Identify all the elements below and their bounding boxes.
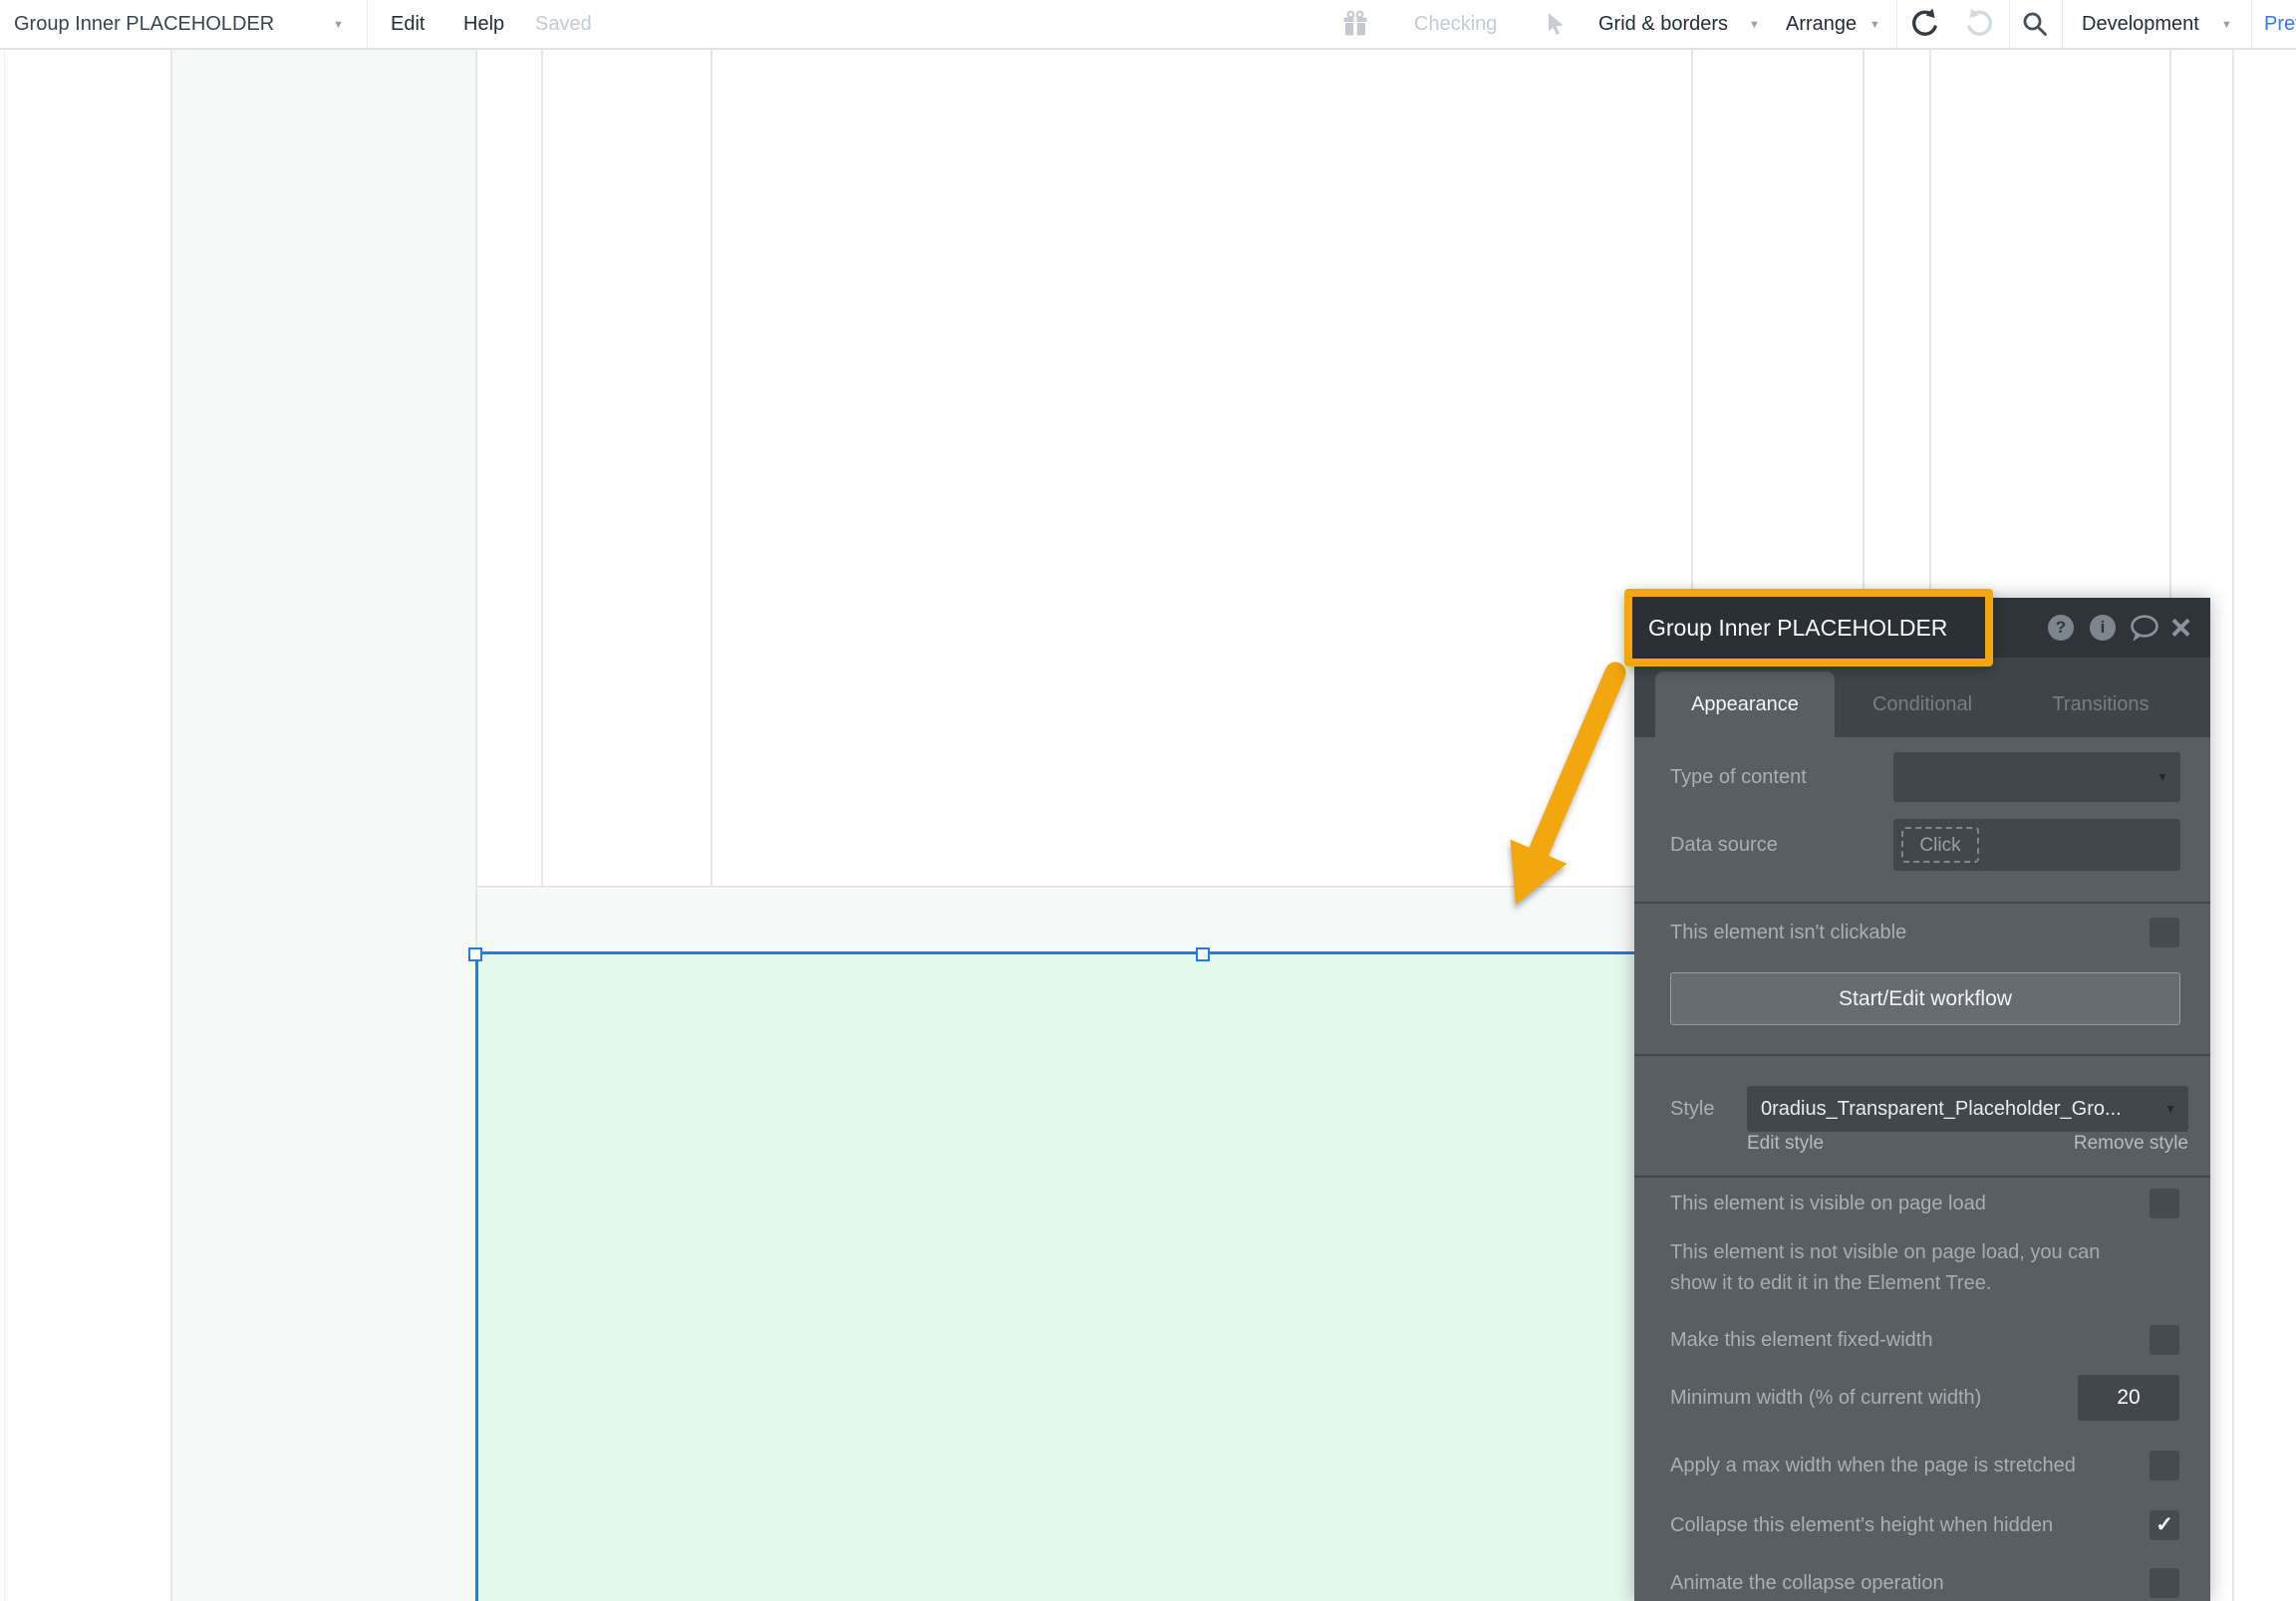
animate-collapse-checkbox[interactable]: [2150, 1568, 2179, 1598]
type-of-content-select[interactable]: ▼: [1893, 752, 2180, 802]
visibility-note: This element is not visible on page load…: [1670, 1237, 2100, 1299]
canvas-grid-line: [170, 48, 172, 1601]
fixed-width-checkbox[interactable]: [2150, 1325, 2179, 1355]
canvas-grid-line: [2232, 48, 2234, 1601]
style-label: Style: [1670, 1098, 1715, 1120]
toolbar-separator: [367, 0, 368, 48]
min-width-input[interactable]: 20: [2078, 1375, 2179, 1421]
panel-divider: [1634, 1054, 2210, 1056]
canvas-grid-line: [475, 48, 477, 954]
selection-handle-top-center[interactable]: [1196, 947, 1210, 961]
data-source-click-chip[interactable]: Click: [1901, 827, 1979, 863]
type-of-content-label: Type of content: [1670, 766, 1807, 788]
panel-divider: [1634, 902, 2210, 904]
menu-arrange[interactable]: Arrange: [1786, 0, 1857, 48]
min-width-label: Minimum width (% of current width): [1670, 1387, 1982, 1409]
selection-handle-top-left[interactable]: [468, 947, 482, 961]
info-icon[interactable]: i: [2090, 615, 2116, 641]
data-source-field[interactable]: Click: [1893, 819, 2180, 871]
close-icon[interactable]: ×: [2170, 610, 2191, 646]
edit-style-link[interactable]: Edit style: [1747, 1132, 1824, 1156]
chevron-down-icon: ▼: [1869, 19, 1880, 31]
undo-icon[interactable]: [1907, 7, 1941, 41]
comment-bubble-icon[interactable]: [2129, 615, 2160, 643]
panel-title-highlight-box[interactable]: Group Inner PLACEHOLDER: [1624, 589, 1993, 667]
toolbar-separator: [2009, 0, 2010, 48]
canvas-section-divider: [475, 886, 1636, 888]
style-select-value: 0radius_Transparent_Placeholder_Gro...: [1761, 1098, 2122, 1120]
element-selector-label: Group Inner PLACEHOLDER: [14, 13, 275, 35]
fixed-width-label: Make this element fixed-width: [1670, 1329, 1933, 1351]
visibility-note-line1: This element is not visible on page load…: [1670, 1241, 2101, 1263]
toolbar-separator: [2251, 0, 2252, 48]
element-selector-dropdown[interactable]: Group Inner PLACEHOLDER ▼: [0, 0, 367, 48]
environment-dropdown[interactable]: Development: [2082, 0, 2199, 48]
gift-icon[interactable]: [1342, 10, 1368, 38]
canvas-grid-line: [541, 48, 543, 887]
menu-grid-borders[interactable]: Grid & borders: [1598, 0, 1728, 48]
preview-button[interactable]: Preview: [2264, 0, 2296, 48]
chevron-down-icon: ▼: [1749, 19, 1760, 31]
bubble-editor-page: ? i × Appearance Conditional Transitions…: [0, 0, 2296, 1601]
help-icon[interactable]: ?: [2048, 615, 2074, 641]
chevron-down-icon: ▼: [2156, 770, 2168, 784]
style-select[interactable]: 0radius_Transparent_Placeholder_Gro... ▼: [1747, 1086, 2188, 1132]
tab-appearance[interactable]: Appearance: [1655, 671, 1835, 737]
panel-title: Group Inner PLACEHOLDER: [1648, 615, 1948, 641]
chevron-down-icon: ▼: [333, 19, 344, 31]
max-width-checkbox[interactable]: [2150, 1451, 2179, 1480]
checking-status: Checking: [1414, 13, 1498, 35]
save-status: Saved: [535, 13, 592, 35]
panel-divider: [1634, 1176, 2210, 1178]
start-edit-workflow-button[interactable]: Start/Edit workflow: [1670, 972, 2180, 1025]
top-toolbar: Group Inner PLACEHOLDER ▼ Edit Help Save…: [0, 0, 2296, 50]
max-width-label: Apply a max width when the page is stret…: [1670, 1455, 2076, 1476]
not-clickable-checkbox[interactable]: [2150, 918, 2179, 947]
toolbar-separator: [1896, 0, 1897, 48]
search-icon[interactable]: [2021, 10, 2049, 38]
collapse-height-label: Collapse this element's height when hidd…: [1670, 1514, 2054, 1536]
selected-group-placeholder-element[interactable]: [475, 951, 1696, 1601]
data-source-label: Data source: [1670, 834, 1778, 856]
toolbar-separator: [2062, 0, 2063, 48]
visibility-note-line2: show it to edit it in the Element Tree.: [1670, 1272, 1992, 1294]
chevron-down-icon: ▼: [2164, 1102, 2176, 1116]
chevron-down-icon: ▼: [2221, 19, 2232, 31]
collapse-height-checkbox[interactable]: ✓: [2150, 1510, 2179, 1540]
visible-on-load-label: This element is visible on page load: [1670, 1193, 1986, 1214]
not-clickable-label: This element isn't clickable: [1670, 922, 1907, 943]
visible-on-load-checkbox[interactable]: [2150, 1189, 2179, 1218]
redo-icon[interactable]: [1963, 7, 1997, 41]
remove-style-link[interactable]: Remove style: [2074, 1132, 2188, 1156]
tab-conditional[interactable]: Conditional: [1848, 671, 1997, 737]
menu-edit[interactable]: Edit: [391, 0, 425, 48]
canvas-grid-line: [711, 48, 713, 887]
canvas-gray-column[interactable]: [172, 48, 475, 1601]
tab-transitions[interactable]: Transitions: [2026, 671, 2175, 737]
cursor-tool-icon[interactable]: [1546, 12, 1568, 36]
property-editor-panel: ? i × Appearance Conditional Transitions…: [1634, 598, 2210, 1601]
canvas-grid-line: [4, 48, 5, 1601]
animate-collapse-label: Animate the collapse operation: [1670, 1572, 1944, 1594]
menu-help[interactable]: Help: [463, 0, 504, 48]
